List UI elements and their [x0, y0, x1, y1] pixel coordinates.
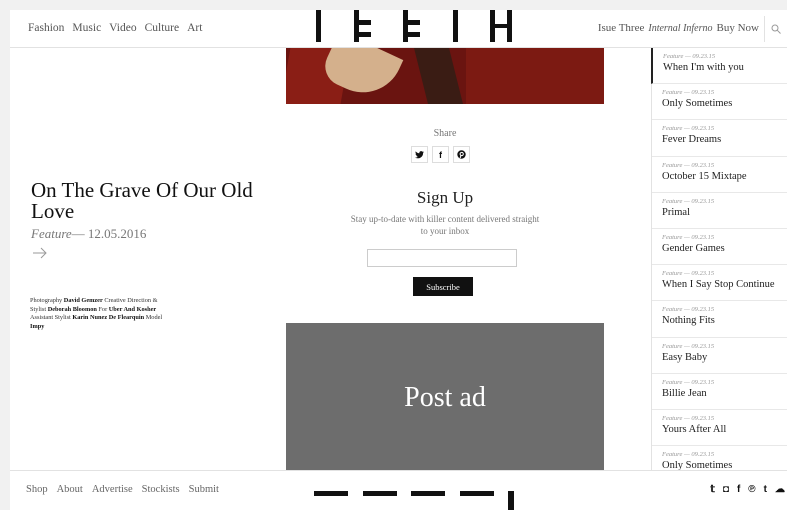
- sidebar-item-meta: Feature — 09.23.15: [662, 378, 715, 386]
- sidebar-item-title: Nothing Fits: [662, 315, 715, 327]
- credit-name: Deborah Bloomon: [47, 305, 97, 313]
- footer-nav: Shop About Advertise Stockists Submit: [26, 484, 219, 495]
- instagram-icon[interactable]: ◘: [723, 484, 729, 495]
- sidebar-item-title: Primal: [662, 206, 690, 218]
- soundcloud-icon[interactable]: ☁: [775, 484, 785, 495]
- credit-label: Assistant Stylist: [30, 314, 73, 321]
- sidebar-item[interactable]: Feature — 09.23.15 Only Sometimes: [652, 84, 787, 121]
- sidebar-item[interactable]: Feature — 09.23.15 When I'm with you: [651, 48, 787, 85]
- main-nav: Fashion Music Video Culture Art: [28, 22, 202, 34]
- credit-label: Model: [144, 314, 163, 321]
- issue-link[interactable]: Isue Three: [598, 22, 645, 34]
- sidebar-item-meta: Feature — 09.23.15: [662, 306, 715, 314]
- signup-title: Sign Up: [416, 188, 474, 207]
- search-icon[interactable]: [771, 24, 781, 34]
- sidebar-item-title: October 15 Mixtape: [662, 170, 747, 182]
- share-label: Share: [433, 128, 457, 139]
- nav-fashion[interactable]: Fashion: [28, 22, 64, 34]
- facebook-icon[interactable]: f: [737, 484, 740, 495]
- sidebar-item-meta: Feature — 09.23.15: [662, 197, 715, 205]
- sidebar-item-title: When I Say Stop Continue: [662, 279, 775, 291]
- sidebar-item-meta: Feature — 09.23.15: [662, 414, 715, 422]
- arrow-right-icon[interactable]: [32, 247, 48, 259]
- credit-name: Uber And Kosher: [108, 305, 157, 313]
- sidebar-item-title: Only Sometimes: [662, 98, 733, 110]
- footer-link-about[interactable]: About: [57, 484, 83, 495]
- ad-label: Post ad: [404, 382, 486, 413]
- nav-music[interactable]: Music: [72, 22, 101, 34]
- sidebar-item-meta: Feature — 09.23.15: [662, 161, 715, 169]
- sidebar-item-title: Yours After All: [662, 423, 727, 435]
- sidebar-item-title: Fever Dreams: [662, 134, 722, 146]
- sidebar-item-meta: Feature — 09.23.15: [663, 53, 716, 60]
- article-hero-image: [286, 48, 604, 104]
- email-input[interactable]: [367, 249, 517, 267]
- tumblr-icon[interactable]: t: [764, 484, 767, 495]
- twitter-icon[interactable]: 𝕥: [710, 484, 715, 495]
- sidebar-item[interactable]: Feature — 09.23.15 October 15 Mixtape: [652, 157, 787, 193]
- signup-description: Stay up-to-date with killer content deli…: [350, 214, 540, 236]
- article-date: — 12.05.2016: [71, 226, 147, 241]
- nav-video[interactable]: Video: [109, 22, 136, 34]
- credit-name: David Gemzer: [63, 297, 103, 304]
- sidebar-item-meta: Feature — 09.23.15: [662, 451, 715, 459]
- sidebar-item[interactable]: Feature — 09.23.15 Gender Games: [652, 229, 787, 266]
- sidebar-item-meta: Feature — 09.23.15: [662, 270, 715, 278]
- pinterest-icon[interactable]: ℗: [748, 484, 755, 495]
- nav-culture[interactable]: Culture: [145, 22, 180, 34]
- sidebar-item[interactable]: Feature — 09.23.15 Billie Jean: [652, 374, 787, 410]
- pinterest-icon[interactable]: [453, 146, 470, 163]
- facebook-icon[interactable]: f: [432, 146, 449, 163]
- buy-now-link[interactable]: Buy Now: [717, 22, 759, 34]
- sidebar-item-title: Gender Games: [662, 242, 725, 254]
- sidebar-item[interactable]: Feature — 09.23.15 Primal: [652, 193, 787, 229]
- top-navigation: Fashion Music Video Culture Art Isue Thr…: [10, 10, 787, 48]
- related-articles-sidebar: Feature — 09.23.15 When I'm with you Feat…: [651, 48, 787, 483]
- footer-link-stockists[interactable]: Stockists: [142, 484, 180, 495]
- issue-title-link[interactable]: Internal Inferno: [648, 23, 712, 34]
- sidebar-item-meta: Feature — 09.23.15: [662, 89, 715, 97]
- logo-letter-t: [452, 10, 458, 42]
- article-credits: Photography David Gemzer Creative Direct…: [30, 297, 170, 331]
- footer-link-submit[interactable]: Submit: [189, 484, 219, 495]
- issue-nav: Isue Three Internal Inferno Buy Now: [598, 22, 759, 34]
- sidebar-item[interactable]: Feature — 09.23.15 Fever Dreams: [652, 120, 787, 157]
- footer: Shop About Advertise Stockists Submit 𝕥 …: [10, 470, 787, 510]
- article-title: On The Grave Of Our Old Love: [31, 178, 253, 223]
- sidebar-item[interactable]: Feature — 09.23.15 Yours After All: [652, 410, 787, 447]
- sidebar-item-meta: Feature — 09.23.15: [662, 342, 715, 350]
- sidebar-item-meta: Feature — 09.23.15: [662, 233, 715, 241]
- logo-letter-t: [316, 10, 321, 42]
- subscribe-button[interactable]: Subscribe: [413, 277, 473, 296]
- sidebar-item[interactable]: Feature — 09.23.15 When I Say Stop Contin…: [652, 265, 787, 302]
- logo-letter-e: [353, 10, 371, 42]
- logo-letter-e: [403, 10, 420, 42]
- sidebar-item-title: When I'm with you: [663, 62, 744, 73]
- teeth-logo[interactable]: [316, 10, 512, 42]
- credit-label: For: [96, 305, 109, 313]
- credit-label: Photography: [30, 297, 64, 304]
- sidebar-item[interactable]: Feature — 09.23.15 Nothing Fits: [652, 301, 787, 338]
- credit-name: Karin Nunez De Flearquin: [72, 314, 145, 321]
- twitter-icon[interactable]: [411, 146, 428, 163]
- sidebar-item-title: Billie Jean: [662, 387, 707, 399]
- social-links: 𝕥 ◘ f ℗ t ☁: [710, 484, 785, 495]
- share-buttons: f: [411, 146, 470, 163]
- page: Fashion Music Video Culture Art Isue Thr…: [10, 10, 787, 510]
- article-category: Feature: [31, 226, 72, 241]
- credit-name: Impy: [30, 322, 45, 330]
- footer-link-advertise[interactable]: Advertise: [92, 484, 133, 495]
- ad-placeholder[interactable]: Post ad: [286, 323, 604, 473]
- sidebar-item-meta: Feature — 09.23.15: [662, 125, 715, 133]
- sidebar-item-title: Easy Baby: [662, 351, 708, 363]
- divider: [764, 16, 765, 42]
- nav-art[interactable]: Art: [187, 22, 202, 34]
- sidebar-item[interactable]: Feature — 09.23.15 Easy Baby: [652, 338, 787, 374]
- footer-logo[interactable]: [314, 491, 514, 510]
- footer-link-shop[interactable]: Shop: [26, 484, 48, 495]
- logo-letter-h: [490, 10, 512, 42]
- article-meta: Feature— 12.05.2016: [31, 226, 146, 242]
